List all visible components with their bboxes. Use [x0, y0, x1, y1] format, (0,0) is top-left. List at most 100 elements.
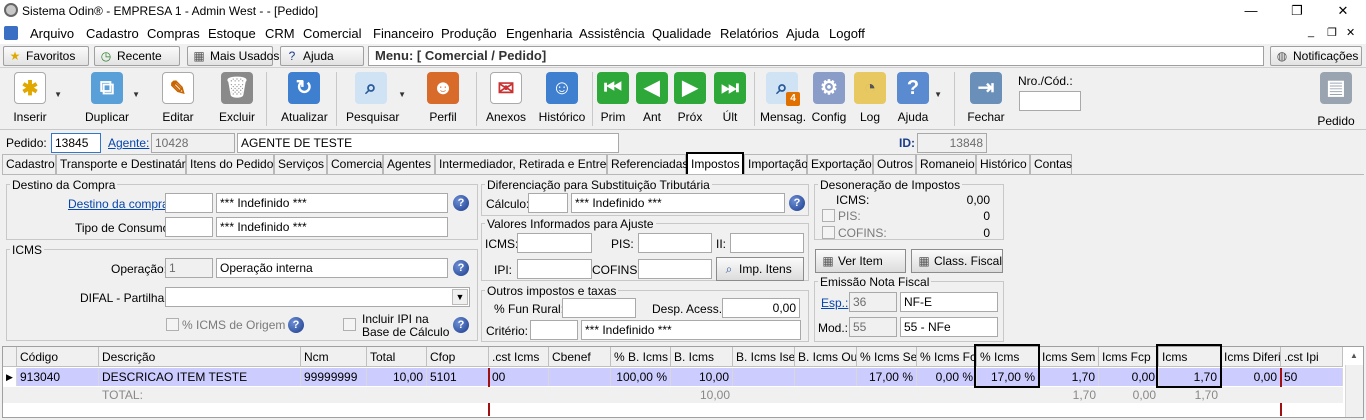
cell-cbenef[interactable] [549, 368, 611, 386]
atualizar-button[interactable]: ↻ Atualizar [281, 72, 328, 128]
tab-contas[interactable]: Contas [1030, 154, 1072, 174]
minimize-button[interactable]: — [1228, 0, 1274, 22]
grid-scroll-up-icon[interactable]: ▲ [1347, 349, 1361, 363]
perfil-button[interactable]: ☻ Perfil [424, 72, 462, 128]
restore-button[interactable]: ❐ [1274, 0, 1320, 22]
grid-scrollbar[interactable] [1345, 365, 1363, 417]
cell-pct-b-icms[interactable]: 100,00 % [611, 368, 671, 386]
tab-cadastro[interactable]: Cadastro [2, 154, 56, 174]
inserir-dropdown-icon[interactable]: ▼ [54, 90, 62, 99]
destino-compra-link[interactable]: Destino da compra: [68, 197, 172, 211]
mdi-restore-button[interactable]: ❐ [1327, 26, 1337, 39]
cell-cst-icms[interactable]: 00 [489, 368, 549, 386]
operacao-help-icon[interactable]: ? [453, 260, 469, 276]
valores-pis-input[interactable] [638, 233, 712, 253]
cell-codigo[interactable]: 913040 [17, 368, 99, 386]
col-header-cbenef[interactable]: Cbenef [549, 347, 611, 367]
pedido-menu-button[interactable]: ▤ Pedido [1312, 72, 1360, 128]
tab-historico[interactable]: Histórico [976, 154, 1030, 174]
duplicar-dropdown-icon[interactable]: ▼ [132, 90, 140, 99]
tab-agentes[interactable]: Agentes [383, 154, 435, 174]
tab-itens-pedido[interactable]: Itens do Pedido [186, 154, 274, 174]
tab-intermediador[interactable]: Intermediador, Retirada e Entrega [435, 154, 620, 174]
cell-icms-fcp[interactable]: 0,00 [1099, 368, 1159, 386]
incluir-ipi-checkbox[interactable] [343, 318, 356, 331]
valores-ipi-input[interactable] [517, 259, 592, 279]
duplicar-button[interactable]: ⧉ Duplicar ▼ [84, 72, 140, 128]
deson-cofins-checkbox[interactable] [822, 226, 835, 239]
col-header-b-icms-isen[interactable]: B. Icms Isen [733, 347, 795, 367]
operacao-value[interactable]: Operação interna [216, 258, 448, 278]
menu-comercial[interactable]: Comercial [303, 26, 362, 41]
config-button[interactable]: ⚙ Config [810, 72, 848, 128]
ult-button[interactable]: ⏭ Últ [714, 72, 746, 128]
tab-servicos[interactable]: Serviços [274, 154, 327, 174]
agente-code-input[interactable]: 10428 [151, 133, 235, 153]
anexos-button[interactable]: ✉ Anexos [484, 72, 528, 128]
col-header-codigo[interactable]: Código [17, 347, 99, 367]
cell-b-icms-outr[interactable] [795, 368, 857, 386]
cell-ncm[interactable]: 99999999 [301, 368, 367, 386]
tab-romaneio[interactable]: Romaneio [916, 154, 976, 174]
mod-code[interactable]: 55 [849, 317, 897, 337]
col-header-ncm[interactable]: Ncm [301, 347, 367, 367]
excluir-button[interactable]: 🗑 Excluir [216, 72, 258, 128]
fechar-button[interactable]: ⇥ Fechar [964, 72, 1008, 128]
col-header-cst-ipi[interactable]: .cst Ipi [1281, 347, 1343, 367]
calculo-code[interactable] [528, 193, 568, 213]
pedido-input[interactable]: 13845 [51, 133, 101, 153]
valores-icms-input[interactable] [517, 233, 592, 253]
tab-impostos[interactable]: Impostos [686, 152, 744, 176]
deson-pis-checkbox[interactable] [822, 209, 835, 222]
cell-cst-ipi[interactable]: 50 [1281, 368, 1343, 386]
col-header-pct-b-icms[interactable]: % B. Icms [611, 347, 671, 367]
esp-value[interactable]: NF-E [900, 292, 998, 312]
cell-cfop[interactable]: 5101 [427, 368, 489, 386]
calculo-help-icon[interactable]: ? [789, 195, 805, 211]
col-header-cst-icms[interactable]: .cst Icms [489, 347, 549, 367]
log-button[interactable]: ◔ Log [854, 72, 886, 128]
nro-cod-input[interactable] [1019, 91, 1081, 111]
menu-compras[interactable]: Compras [147, 26, 200, 41]
tab-importacao[interactable]: Importação [744, 154, 808, 174]
criterio-value[interactable]: *** Indefinido *** [581, 320, 801, 340]
mdi-close-button[interactable]: ✕ [1346, 26, 1355, 39]
recente-button[interactable]: ◷ Recente [94, 46, 180, 66]
menu-ajuda[interactable]: Ajuda [786, 26, 819, 41]
mensag-button[interactable]: ⌕ 4 Mensag. [760, 72, 806, 128]
destino-help-icon[interactable]: ? [453, 195, 469, 211]
pct-icms-origem-checkbox[interactable] [166, 318, 179, 331]
col-header-pct-icms-sem[interactable]: % Icms Sem [857, 347, 917, 367]
cell-pct-icms-fcp[interactable]: 0,00 % [917, 368, 977, 386]
col-header-icms-fcp[interactable]: Icms Fcp [1099, 347, 1159, 367]
col-header-icms-diferido[interactable]: Icms Diferido [1221, 347, 1281, 367]
esp-link[interactable]: Esp.: [821, 296, 848, 310]
tab-transporte[interactable]: Transporte e Destinatário [56, 154, 195, 174]
menu-crm[interactable]: CRM [265, 26, 295, 41]
menu-cadastro[interactable]: Cadastro [86, 26, 139, 41]
close-button[interactable]: ✕ [1320, 0, 1366, 22]
criterio-code[interactable] [530, 320, 578, 340]
menu-producao[interactable]: Produção [441, 26, 497, 41]
ant-button[interactable]: ◀ Ant [636, 72, 668, 128]
pesquisar-dropdown-icon[interactable]: ▼ [398, 90, 406, 99]
ver-item-button[interactable]: ▦ Ver Item [815, 249, 906, 273]
cell-icms-sem-fcp[interactable]: 1,70 [1039, 368, 1099, 386]
cell-pct-icms-sem[interactable]: 17,00 % [857, 368, 917, 386]
pesquisar-button[interactable]: ⌕ Pesquisar ▼ [346, 72, 406, 128]
col-header-total[interactable]: Total [367, 347, 427, 367]
ajuda-fav-button[interactable]: ? Ajuda [280, 46, 364, 66]
mais-usados-button[interactable]: ▦ Mais Usados [187, 46, 279, 66]
inserir-button[interactable]: ✱ Inserir ▼ [8, 72, 62, 128]
calculo-value[interactable]: *** Indefinido *** [571, 193, 785, 213]
col-header-cfop[interactable]: Cfop [427, 347, 489, 367]
menu-financeiro[interactable]: Financeiro [373, 26, 434, 41]
menu-app-icon[interactable] [4, 26, 18, 40]
agente-name-input[interactable]: AGENTE DE TESTE [237, 133, 619, 153]
destino-compra-value[interactable]: *** Indefinido *** [216, 193, 448, 213]
mdi-minimize-button[interactable]: _ [1308, 26, 1314, 38]
tab-outros[interactable]: Outros [873, 154, 916, 174]
class-fiscal-button[interactable]: ▦ Class. Fiscal [911, 249, 1003, 273]
menu-assistencia[interactable]: Assistência [579, 26, 645, 41]
cell-total[interactable]: 10,00 [367, 368, 427, 386]
